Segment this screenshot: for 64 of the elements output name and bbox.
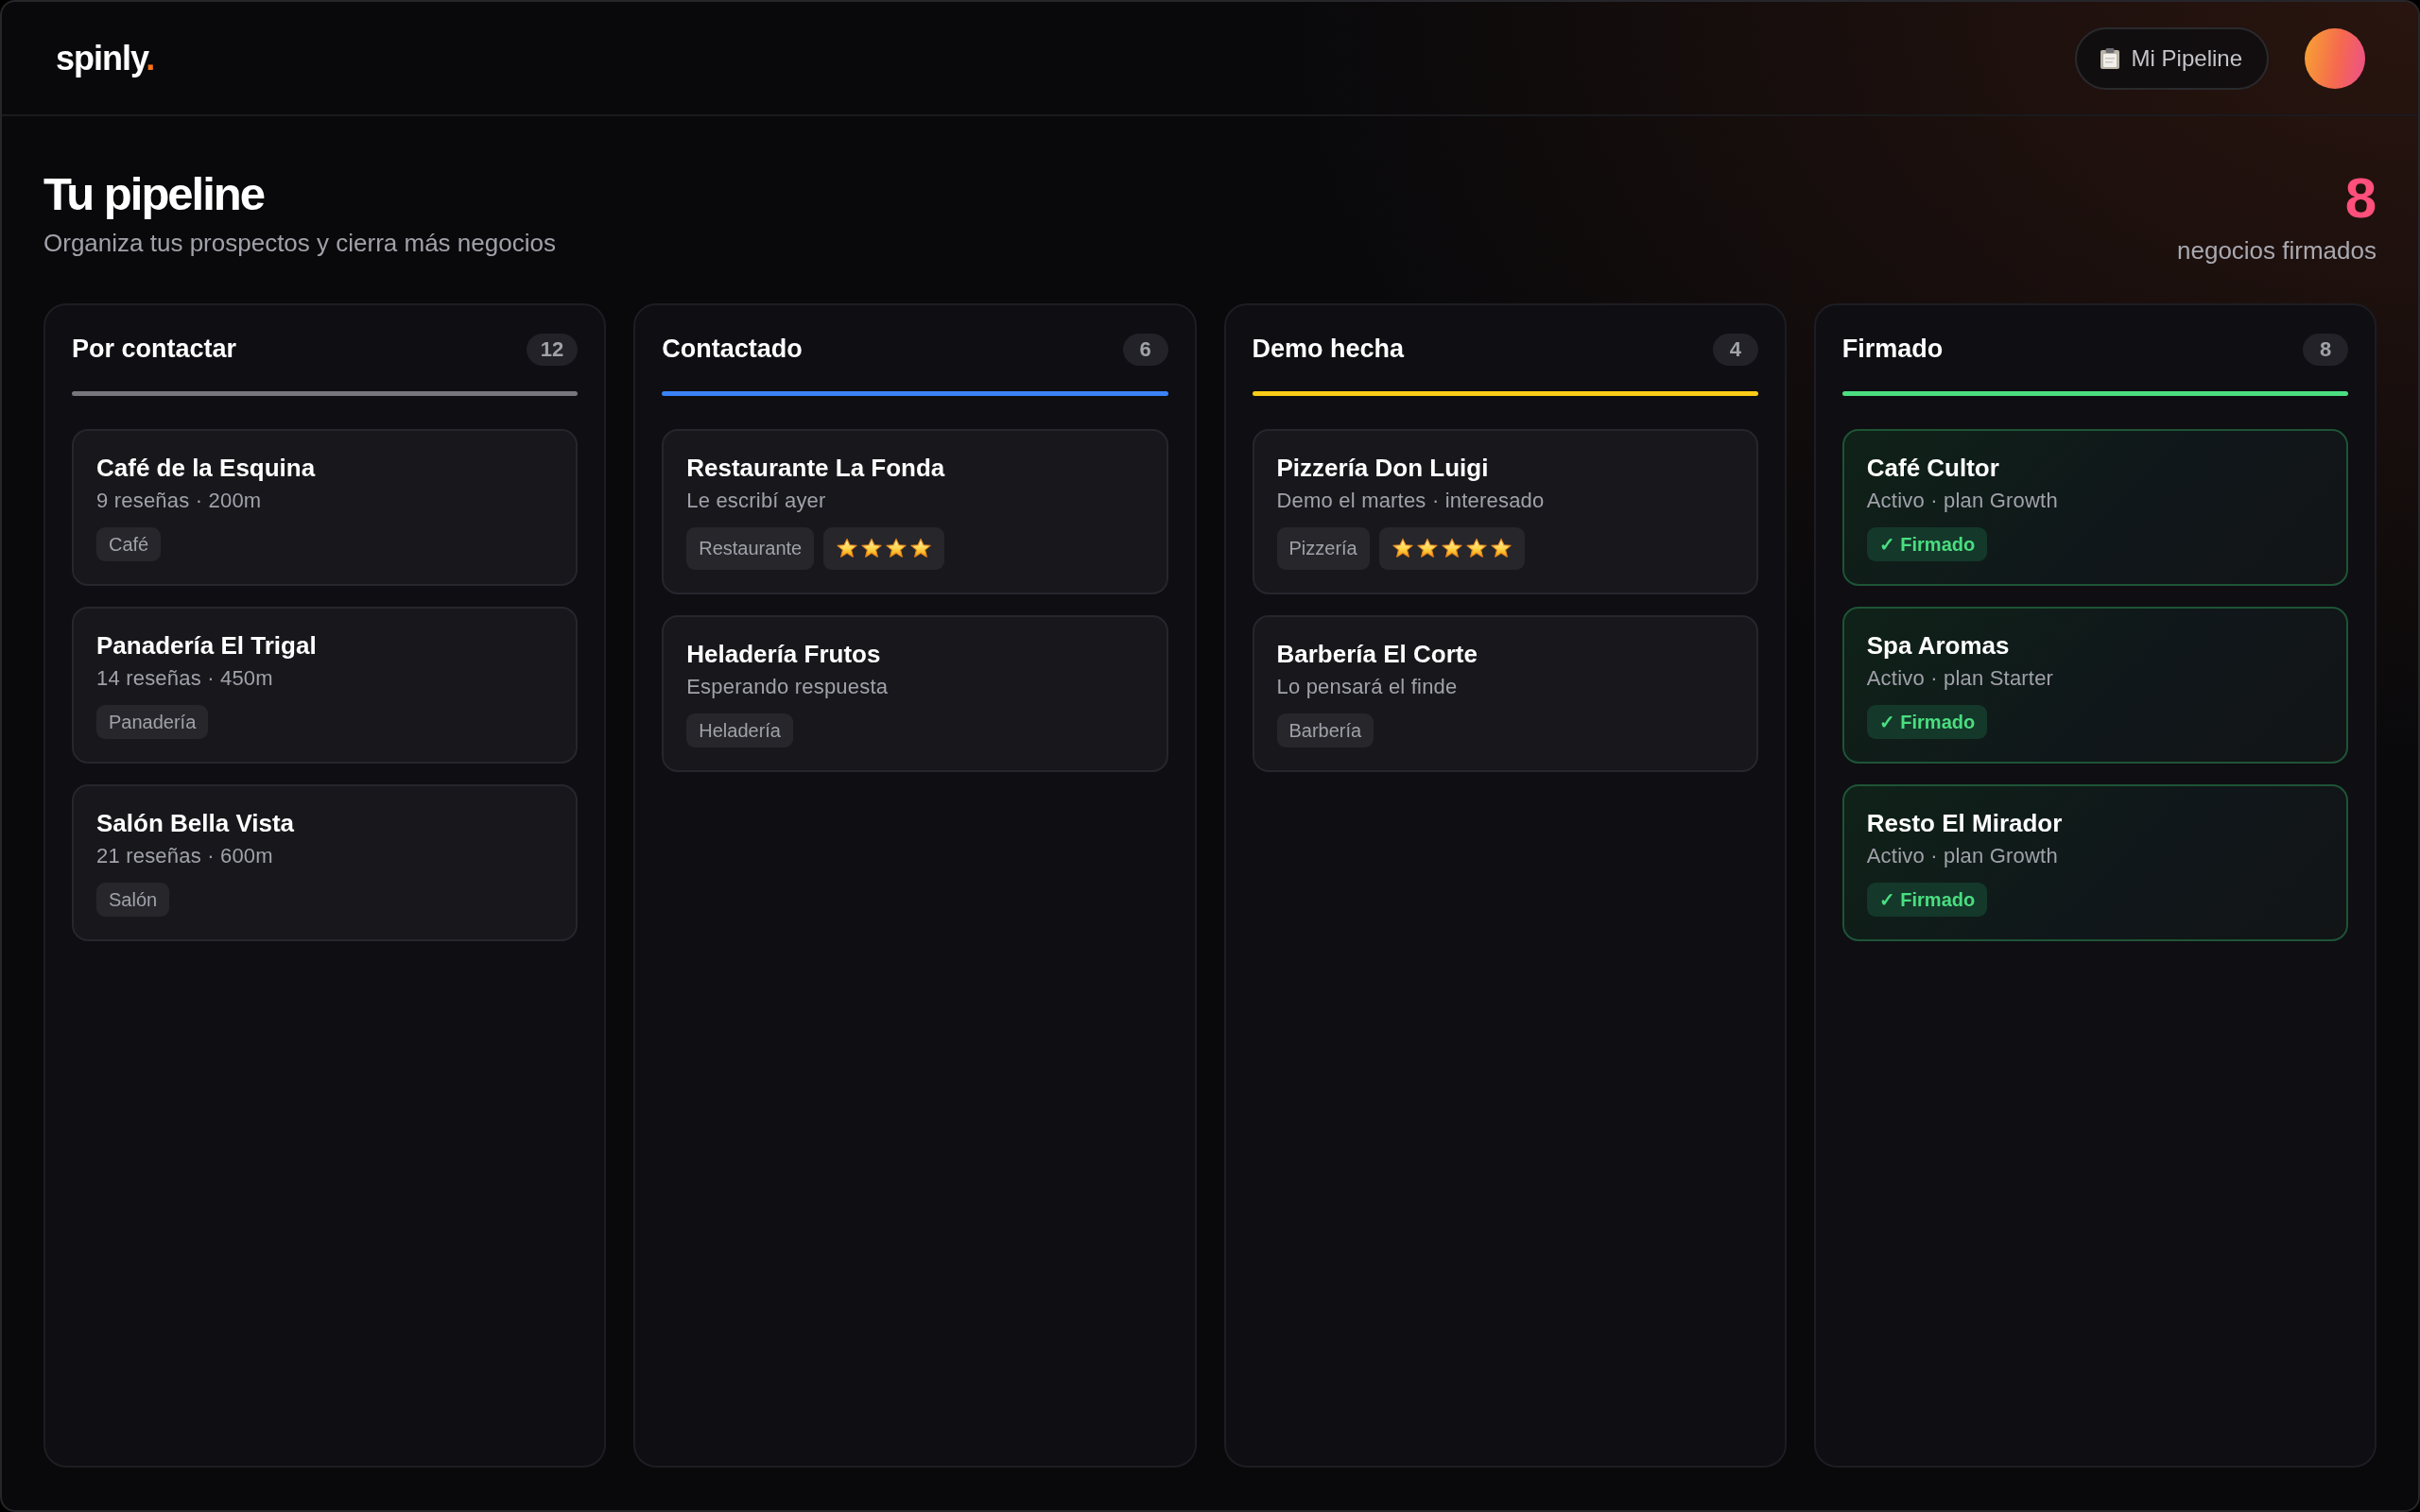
category-tag: Pizzería <box>1276 526 1370 570</box>
lead-card[interactable]: Barbería El Corte Lo pensará el finde Barbería <box>1252 614 1758 772</box>
lead-card[interactable]: Heladería Frutos Esperando respuesta Heladería <box>662 614 1168 772</box>
business-name: Resto El Mirador <box>1866 807 2064 839</box>
category-tag: Café <box>96 526 162 561</box>
lead-card[interactable]: Restaurante La Fonda Le escribí ayer Restaurante <box>662 428 1168 594</box>
business-name: Café de la Esquina <box>96 452 317 484</box>
signed-count: 8 <box>2344 170 2377 227</box>
star-icon <box>910 538 932 559</box>
lead-card[interactable]: Café Cultor Activo · plan Growth ✓ Firmado <box>1841 428 2348 586</box>
business-name: Spa Aromas <box>1866 629 2011 662</box>
column-count: 4 <box>1712 333 1758 366</box>
page-title: Tu pipeline <box>43 169 266 220</box>
signed-label: negocios firmados <box>2177 235 2377 266</box>
business-detail: Le escribí ayer <box>686 488 827 514</box>
star-icon <box>1490 538 1512 559</box>
category-tag: Barbería <box>1276 713 1374 747</box>
category-tag: Restaurante <box>686 526 815 570</box>
business-name: Salón Bella Vista <box>96 807 296 839</box>
business-detail: 9 reseñas · 200m <box>96 488 263 514</box>
business-detail: Esperando respuesta <box>686 674 890 700</box>
category-tag: Panadería <box>96 704 209 739</box>
lead-card[interactable]: Panadería El Trigal 14 reseñas · 450m Panadería <box>72 606 579 764</box>
lead-card[interactable]: Spa Aromas Activo · plan Starter ✓ Firmado <box>1841 606 2348 764</box>
status-tag: ✓ Firmado <box>1866 704 1988 739</box>
category-tag: Salón <box>96 882 170 917</box>
column-count: 6 <box>1122 333 1168 366</box>
status-tag: ✓ Firmado <box>1866 882 1988 917</box>
business-name: Heladería Frutos <box>686 638 882 670</box>
star-icon <box>1465 538 1487 559</box>
clipboard-icon <box>2099 46 2120 70</box>
star-icon <box>861 538 883 559</box>
logo: spinly. <box>56 38 155 78</box>
business-detail: Activo · plan Starter <box>1866 665 2055 692</box>
column-title: Por contactar <box>72 335 237 365</box>
star-icon <box>1441 538 1462 559</box>
business-name: Restaurante La Fonda <box>686 452 946 484</box>
star-icon <box>1392 538 1413 559</box>
business-name: Pizzería Don Luigi <box>1276 452 1490 484</box>
pipeline-button[interactable]: Mi Pipeline <box>2074 26 2269 90</box>
lead-card[interactable]: Pizzería Don Luigi Demo el martes · interesado Pizzería <box>1252 428 1758 594</box>
business-detail: Lo pensará el finde <box>1276 674 1459 700</box>
business-detail: 14 reseñas · 450m <box>96 665 274 692</box>
column-title: Contactado <box>662 335 803 365</box>
star-icon <box>886 538 908 559</box>
business-detail: 21 reseñas · 600m <box>96 843 274 869</box>
star-icon <box>1416 538 1438 559</box>
lead-card[interactable]: Salón Bella Vista 21 reseñas · 600m Salón <box>72 783 579 941</box>
business-detail: Activo · plan Growth <box>1866 488 2059 514</box>
star-icon <box>837 538 858 559</box>
business-name: Café Cultor <box>1866 452 2000 484</box>
column-count: 12 <box>526 333 579 366</box>
business-detail: Activo · plan Growth <box>1866 843 2059 869</box>
lead-card[interactable]: Resto El Mirador Activo · plan Growth ✓ Firmado <box>1841 783 2348 941</box>
lead-card[interactable]: Café de la Esquina 9 reseñas · 200m Café <box>72 428 579 586</box>
category-tag: Heladería <box>686 713 793 747</box>
business-name: Panadería El Trigal <box>96 629 318 662</box>
page-subtitle: Organiza tus prospectos y cierra más negocios <box>43 227 556 259</box>
status-tag: ✓ Firmado <box>1866 526 1988 561</box>
column-count: 8 <box>2303 333 2348 366</box>
column-title: Demo hecha <box>1252 335 1405 365</box>
column-title: Firmado <box>1841 335 1944 365</box>
business-name: Barbería El Corte <box>1276 638 1478 670</box>
business-detail: Demo el martes · interesado <box>1276 488 1546 514</box>
